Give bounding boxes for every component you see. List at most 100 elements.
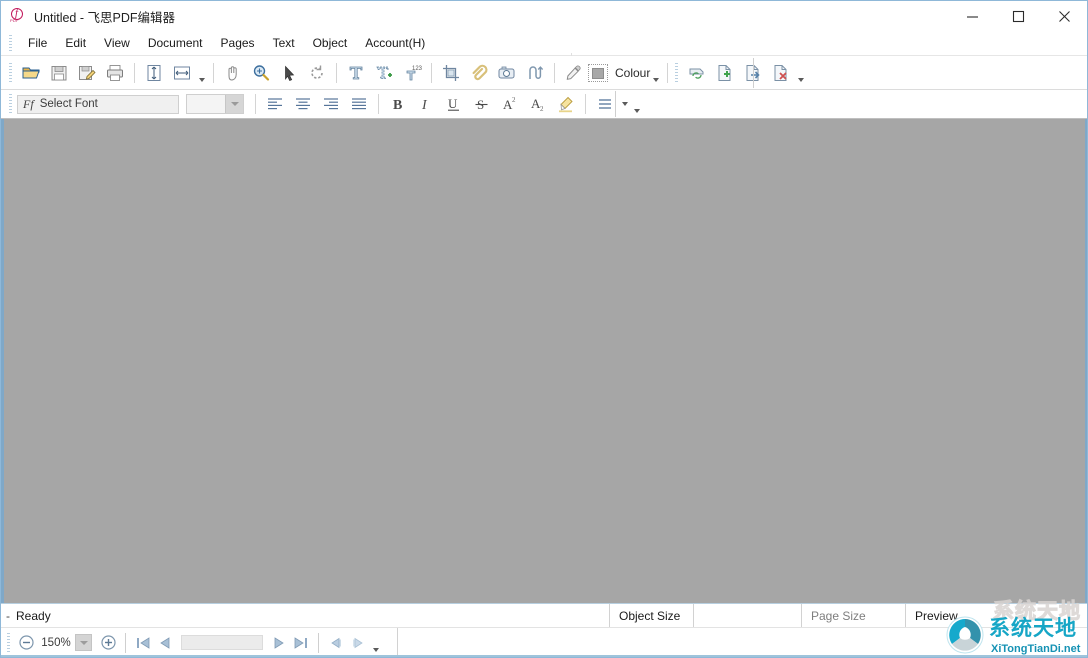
next-page-icon[interactable] — [268, 632, 290, 654]
window-title: Untitled - 飞思PDF编辑器 — [34, 7, 175, 26]
shape-curve-icon[interactable] — [521, 59, 549, 87]
align-center-icon[interactable] — [289, 90, 317, 118]
font-ff-icon: Ff — [18, 97, 40, 112]
menu-item-document[interactable]: Document — [139, 33, 212, 53]
page-convert-icon[interactable] — [683, 59, 711, 87]
last-page-icon[interactable] — [290, 632, 312, 654]
menu-item-object[interactable]: Object — [304, 33, 357, 53]
menu-item-edit[interactable]: Edit — [56, 33, 95, 53]
font-toolbar-drag-grip[interactable] — [9, 94, 12, 114]
toolbar-separator — [213, 63, 214, 83]
toolbar-separator — [667, 63, 668, 83]
fit-page-width-icon[interactable] — [168, 59, 196, 87]
bold-icon[interactable]: B — [384, 90, 412, 118]
open-folder-icon[interactable] — [17, 59, 45, 87]
application-window: f PDF Untitled - 飞思PDF编辑器 File Edit View… — [0, 0, 1088, 658]
menu-item-view[interactable]: View — [95, 33, 139, 53]
zoom-in-icon[interactable] — [97, 632, 119, 654]
close-icon[interactable] — [1041, 1, 1087, 31]
font-size-chevron-down-icon[interactable] — [225, 95, 243, 113]
menu-item-text[interactable]: Text — [264, 33, 304, 53]
superscript-icon[interactable]: A 2 — [496, 90, 524, 118]
align-justify-icon[interactable] — [345, 90, 373, 118]
page-tools-drag-grip[interactable] — [675, 63, 678, 83]
save-floppy-icon[interactable] — [45, 59, 73, 87]
menu-bar: File Edit View Document Pages Text Objec… — [1, 31, 1087, 56]
text-format-icon[interactable]: 123 — [398, 59, 426, 87]
navigate-forward-icon[interactable] — [347, 632, 369, 654]
add-text-icon[interactable] — [342, 59, 370, 87]
svg-text:B: B — [393, 98, 402, 113]
menu-item-pages[interactable]: Pages — [212, 33, 264, 53]
status-message: Ready — [16, 609, 51, 623]
toolbar-separator — [431, 63, 432, 83]
window-controls — [949, 1, 1087, 31]
maximize-icon[interactable] — [995, 1, 1041, 31]
toolbar-drag-grip[interactable] — [9, 63, 12, 83]
page-insert-icon[interactable] — [711, 59, 739, 87]
subscript-icon[interactable]: A 2 — [524, 90, 552, 118]
edit-text-icon[interactable] — [370, 59, 398, 87]
save-as-icon[interactable] — [73, 59, 101, 87]
underline-icon[interactable]: U — [440, 90, 468, 118]
first-page-icon[interactable] — [132, 632, 154, 654]
toolbar-separator — [134, 63, 135, 83]
font-toolbar-overflow-icon[interactable] — [631, 91, 643, 117]
status-overflow-chevron-down-icon[interactable] — [369, 631, 382, 655]
zoom-level-value[interactable]: 150% — [37, 637, 75, 649]
zoom-magnifier-icon[interactable] — [247, 59, 275, 87]
hand-pan-icon[interactable] — [219, 59, 247, 87]
title-bar: f PDF Untitled - 飞思PDF编辑器 — [1, 1, 1087, 31]
colour-picker[interactable]: Colour — [588, 60, 662, 86]
align-right-icon[interactable] — [317, 90, 345, 118]
fit-page-height-icon[interactable] — [140, 59, 168, 87]
font-select-input[interactable]: Ff Select Font — [17, 95, 179, 114]
crop-icon[interactable] — [437, 59, 465, 87]
svg-text:2: 2 — [540, 105, 544, 113]
page-delete-icon[interactable] — [767, 59, 795, 87]
pdf-app-logo-icon: f PDF — [10, 8, 26, 24]
document-canvas[interactable] — [1, 119, 1087, 603]
italic-icon[interactable]: I — [412, 90, 440, 118]
status-panel-page-size: Page Size — [801, 604, 905, 627]
svg-text:2: 2 — [512, 96, 516, 104]
status-panel-object-size: Object Size — [609, 604, 693, 627]
svg-text:123: 123 — [412, 66, 422, 72]
font-toolbar: Ff Select Font — [1, 90, 1087, 119]
eyedropper-icon[interactable] — [560, 59, 588, 87]
rotate-ccw-icon[interactable] — [303, 59, 331, 87]
line-spacing-chevron-down-icon[interactable] — [619, 94, 631, 114]
zoom-out-icon[interactable] — [15, 632, 37, 654]
svg-text:U: U — [448, 96, 458, 111]
colour-chevron-down-icon[interactable] — [650, 60, 662, 86]
strikethrough-icon[interactable]: S — [468, 90, 496, 118]
menu-item-account[interactable]: Account(H) — [356, 33, 434, 53]
status-separator — [318, 633, 319, 653]
svg-text:I: I — [421, 98, 428, 113]
minimize-icon[interactable] — [949, 1, 995, 31]
attachment-clip-icon[interactable] — [465, 59, 493, 87]
align-left-icon[interactable] — [261, 90, 289, 118]
fit-mode-chevron-down-icon[interactable] — [196, 60, 208, 86]
page-tools-chevron-down-icon[interactable] — [795, 60, 807, 86]
status-info-row: - Ready Object Size Page Size Preview — [1, 604, 1087, 628]
highlighter-icon[interactable] — [552, 90, 580, 118]
navigate-back-icon[interactable] — [325, 632, 347, 654]
font-size-select[interactable] — [186, 94, 244, 114]
menu-item-file[interactable]: File — [19, 33, 56, 53]
font-toolbar-separator — [378, 94, 379, 114]
print-icon[interactable] — [101, 59, 129, 87]
toolbar-end-divider — [753, 58, 754, 88]
status-panel-preview: Preview — [905, 604, 977, 627]
zoom-preset-chevron-down-icon[interactable] — [75, 634, 92, 651]
previous-page-icon[interactable] — [154, 632, 176, 654]
colour-swatch-icon[interactable] — [588, 64, 608, 82]
status-bar: - Ready Object Size Page Size Preview — [1, 603, 1087, 657]
toolbar-separator — [336, 63, 337, 83]
toolbar-separator — [554, 63, 555, 83]
select-arrow-icon[interactable] — [275, 59, 303, 87]
menu-drag-grip[interactable] — [9, 35, 12, 51]
camera-snapshot-icon[interactable] — [493, 59, 521, 87]
status-drag-grip[interactable] — [7, 633, 10, 653]
page-number-input[interactable] — [181, 635, 263, 650]
